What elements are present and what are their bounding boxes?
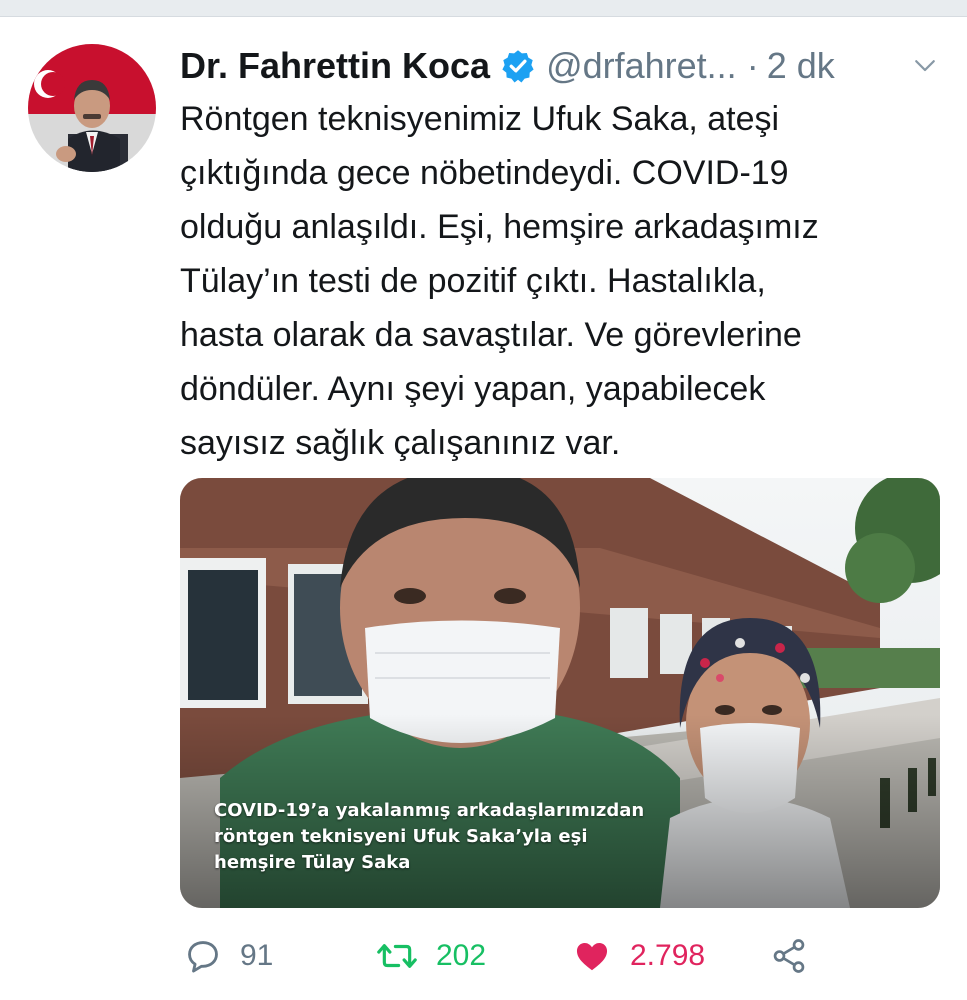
media-caption-line: hemşire Tülay Saka xyxy=(214,852,411,873)
author-name[interactable]: Dr. Fahrettin Koca xyxy=(180,45,490,87)
like-button[interactable]: 2.798 xyxy=(572,928,705,984)
share-button[interactable] xyxy=(770,928,808,984)
verified-badge-icon xyxy=(500,48,536,84)
tweet-text: Röntgen teknisyenimiz Ufuk Saka, ateşi ç… xyxy=(180,92,950,470)
avatar-image xyxy=(28,44,156,172)
retweet-arrows-icon xyxy=(376,937,418,975)
retweet-count: 202 xyxy=(436,939,487,972)
tweet-media-photo[interactable]: COVID-19’a yakalanmış arkadaşlarımızdan … xyxy=(180,478,940,908)
reply-button[interactable]: 91 xyxy=(184,928,273,984)
retweet-button[interactable]: 202 xyxy=(376,928,486,984)
top-bar xyxy=(0,0,967,17)
heart-icon xyxy=(572,937,612,975)
media-caption: COVID-19’a yakalanmış arkadaşlarımızdan … xyxy=(214,798,644,876)
share-icon xyxy=(770,937,808,975)
like-count: 2.798 xyxy=(630,939,706,972)
tweet-header: Dr. Fahrettin Koca @drfahret... · 2 dk xyxy=(180,42,940,90)
reply-count: 91 xyxy=(240,939,274,972)
author-handle[interactable]: @drfahret... xyxy=(546,45,737,87)
avatar[interactable] xyxy=(28,44,156,172)
chevron-down-icon[interactable] xyxy=(910,50,940,80)
tweet-text-line: çıktığında gece nöbetindeydi. COVID-19 xyxy=(180,154,789,192)
tweet-text-line: olduğu anlaşıldı. Eşi, hemşire arkadaşım… xyxy=(180,208,819,246)
tweet-actions: 91 202 2.798 xyxy=(180,928,940,984)
media-caption-line: röntgen teknisyeni Ufuk Saka’yla eşi xyxy=(214,826,588,847)
tweet-text-line: Röntgen teknisyenimiz Ufuk Saka, ateşi xyxy=(180,100,780,138)
tweet-text-line: hasta olarak da savaştılar. Ve görevleri… xyxy=(180,316,802,354)
tweet-text-line: döndüler. Aynı şeyi yapan, yapabilecek xyxy=(180,370,766,408)
speech-bubble-icon xyxy=(184,937,222,975)
media-caption-line: COVID-19’a yakalanmış arkadaşlarımızdan xyxy=(214,800,645,821)
tweet-time[interactable]: 2 dk xyxy=(767,45,835,87)
separator-dot: · xyxy=(746,45,759,86)
tweet-text-line: Tülay’ın testi de pozitif çıktı. Hastalı… xyxy=(180,262,766,300)
tweet-text-line: sayısız sağlık çalışanınız var. xyxy=(180,424,621,462)
